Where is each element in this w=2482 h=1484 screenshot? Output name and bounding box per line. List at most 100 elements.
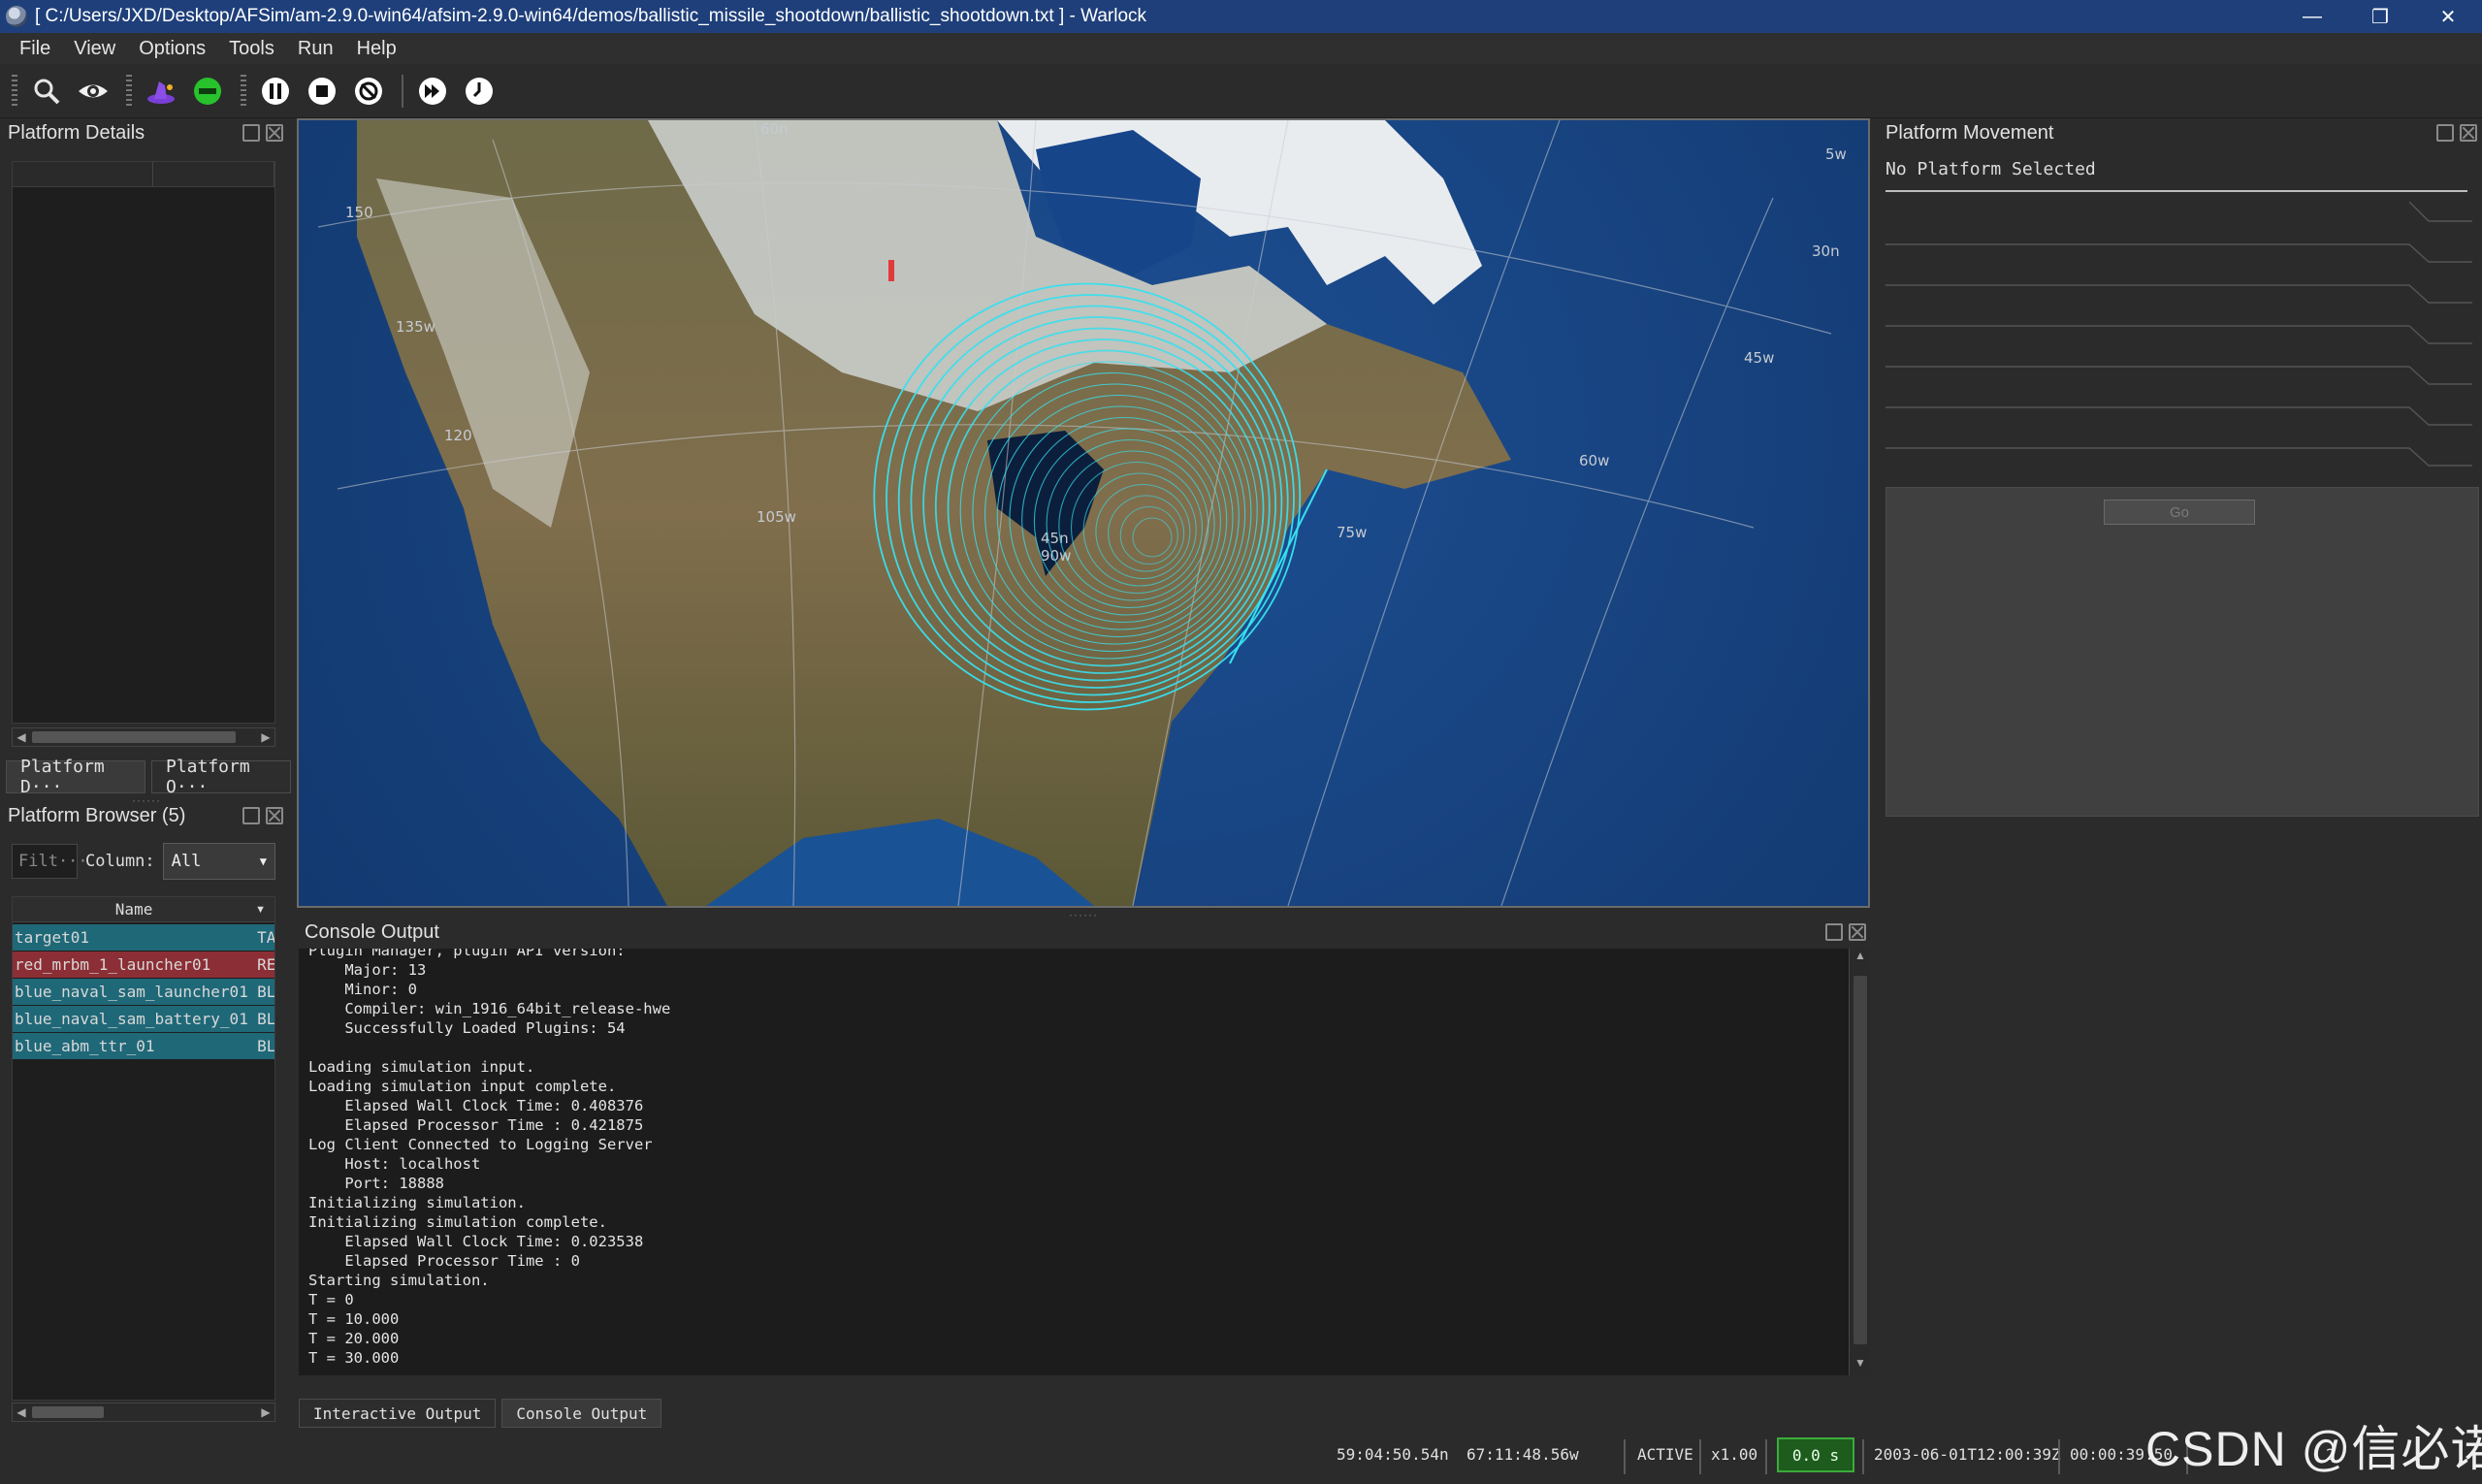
console-text-area[interactable]: Plugin Manager, plugin API version: Majo… xyxy=(299,949,1849,1375)
map-view[interactable]: 60n 150 135w 30n 120 105w 45n 90w 75w 60… xyxy=(297,118,1870,908)
menu-file[interactable]: File xyxy=(8,38,62,60)
table-row[interactable]: blue_abm_ttr_01 BL xyxy=(13,1033,274,1060)
close-icon[interactable] xyxy=(2460,124,2477,142)
tab-interactive-output[interactable]: Interactive Output xyxy=(299,1399,497,1428)
toolbar xyxy=(0,64,2482,118)
scroll-thumb[interactable] xyxy=(32,731,236,743)
search-button[interactable] xyxy=(25,70,68,113)
table-row[interactable]: target01 TA xyxy=(13,924,274,952)
platform-table[interactable]: Name ▼ target01 TA red_mrbm_1_launcher01 RE… xyxy=(12,896,275,1401)
column-label: Column: xyxy=(85,852,155,871)
platform-name: red_mrbm_1_launcher01 xyxy=(15,955,211,974)
search-icon xyxy=(34,79,60,104)
label-60n: 60n xyxy=(760,120,789,138)
toolbar-grip-3[interactable] xyxy=(241,74,246,108)
status-speed-badge: 0.0 s xyxy=(1777,1437,1854,1472)
details-column-2[interactable] xyxy=(153,162,274,186)
stop-icon xyxy=(308,77,336,105)
tool-green-button[interactable] xyxy=(186,70,229,113)
platform-team: BL xyxy=(257,1010,274,1028)
tool-hat-button[interactable] xyxy=(140,70,182,113)
stop-button[interactable] xyxy=(301,70,343,113)
label-75w: 75w xyxy=(1337,524,1367,541)
restore-button[interactable]: ❐ xyxy=(2346,0,2414,33)
float-icon[interactable] xyxy=(242,807,260,824)
menu-help[interactable]: Help xyxy=(345,38,408,60)
table-row[interactable]: red_mrbm_1_launcher01 RE xyxy=(13,952,274,979)
details-column-1[interactable] xyxy=(13,162,153,186)
tab-console-output[interactable]: Console Output xyxy=(501,1399,662,1428)
chevron-down-icon[interactable]: ▼ xyxy=(255,904,274,916)
status-state: ACTIVE xyxy=(1637,1445,1693,1464)
scroll-thumb[interactable] xyxy=(32,1406,104,1418)
target-marker[interactable] xyxy=(888,260,894,281)
close-icon[interactable] xyxy=(266,124,283,142)
column-select[interactable]: All ▼ xyxy=(162,843,275,880)
console-line: Elapsed Wall Clock Time: 0.023538 xyxy=(308,1233,644,1250)
scroll-up-icon[interactable]: ▲ xyxy=(1850,949,1871,968)
scroll-right-icon[interactable]: ▶ xyxy=(257,1403,274,1421)
scroll-down-icon[interactable]: ▼ xyxy=(1850,1356,1871,1375)
float-icon[interactable] xyxy=(2436,124,2454,142)
platform-details-tree[interactable] xyxy=(12,161,275,724)
browser-hscrollbar[interactable]: ◀ ▶ xyxy=(12,1403,275,1422)
minimize-button[interactable]: — xyxy=(2278,0,2346,33)
menu-tools[interactable]: Tools xyxy=(217,38,286,60)
movement-fields[interactable] xyxy=(1886,202,2472,483)
console-line: Elapsed Processor Time : 0 xyxy=(308,1252,580,1270)
header-name[interactable]: Name xyxy=(13,900,255,919)
tab-platform-details[interactable]: Platform D··· xyxy=(6,757,145,797)
platform-name: blue_naval_sam_launcher01 xyxy=(15,983,248,1001)
float-icon[interactable] xyxy=(242,124,260,142)
label-105w: 105w xyxy=(757,508,796,526)
console-line: Starting simulation. xyxy=(308,1272,490,1289)
details-header xyxy=(13,162,274,187)
scroll-left-icon[interactable]: ◀ xyxy=(13,1403,30,1421)
view-button[interactable] xyxy=(72,70,114,113)
console-log: Plugin Manager, plugin API version: Majo… xyxy=(299,949,1849,1368)
console-vscrollbar[interactable]: ▲ ▼ xyxy=(1849,949,1870,1375)
table-row[interactable]: blue_naval_sam_battery_01 BL xyxy=(13,1006,274,1033)
status-separator xyxy=(1765,1439,1767,1474)
play-forward-button[interactable] xyxy=(411,70,454,113)
close-button[interactable]: ✕ xyxy=(2414,0,2482,33)
eye-icon xyxy=(79,84,108,97)
globe-map[interactable]: 60n 150 135w 30n 120 105w 45n 90w 75w 60… xyxy=(299,120,1868,906)
details-hscrollbar[interactable]: ◀ ▶ xyxy=(12,727,275,747)
close-icon[interactable] xyxy=(266,807,283,824)
close-icon[interactable] xyxy=(1849,923,1866,941)
play-forward-icon xyxy=(419,77,446,105)
menu-view[interactable]: View xyxy=(62,38,127,60)
platform-name: blue_abm_ttr_01 xyxy=(15,1037,155,1055)
toolbar-grip[interactable] xyxy=(12,74,17,108)
status-rate[interactable]: x1.00 xyxy=(1711,1445,1757,1464)
reset-button[interactable] xyxy=(347,70,390,113)
menu-bar: File View Options Tools Run Help xyxy=(0,33,2482,64)
label-30n: 30n xyxy=(1812,242,1840,260)
console-line: Host: localhost xyxy=(308,1155,481,1173)
menu-run[interactable]: Run xyxy=(286,38,345,60)
menu-options[interactable]: Options xyxy=(127,38,217,60)
app-icon xyxy=(6,6,27,27)
platform-name: blue_naval_sam_battery_01 xyxy=(15,1010,248,1028)
status-separator xyxy=(1624,1439,1626,1474)
tab-platform-options[interactable]: Platform O··· xyxy=(151,757,291,797)
float-icon[interactable] xyxy=(1825,923,1843,941)
scroll-right-icon[interactable]: ▶ xyxy=(257,728,274,746)
console-line: Elapsed Wall Clock Time: 0.408376 xyxy=(308,1097,644,1114)
scroll-left-icon[interactable]: ◀ xyxy=(13,728,30,746)
filter-input[interactable]: Filt··· xyxy=(12,844,88,879)
table-row[interactable]: blue_naval_sam_launcher01 BL xyxy=(13,979,274,1006)
toolbar-grip-2[interactable] xyxy=(126,74,132,108)
movement-controls-box: Go xyxy=(1886,487,2479,817)
go-button[interactable]: Go xyxy=(2104,500,2255,525)
status-latitude: 59:04:50.54n xyxy=(1337,1445,1449,1464)
time-button[interactable] xyxy=(458,70,500,113)
console-line: Initializing simulation. xyxy=(308,1194,526,1211)
console-line: T = 30.000 xyxy=(308,1349,400,1367)
label-45w: 45w xyxy=(1744,349,1774,367)
table-header: Name ▼ xyxy=(13,897,274,922)
pause-button[interactable] xyxy=(254,70,297,113)
scroll-thumb[interactable] xyxy=(1853,976,1867,1344)
platform-details-panel: Platform Details ◀ ▶ Platform D··· Platf… xyxy=(0,118,291,807)
